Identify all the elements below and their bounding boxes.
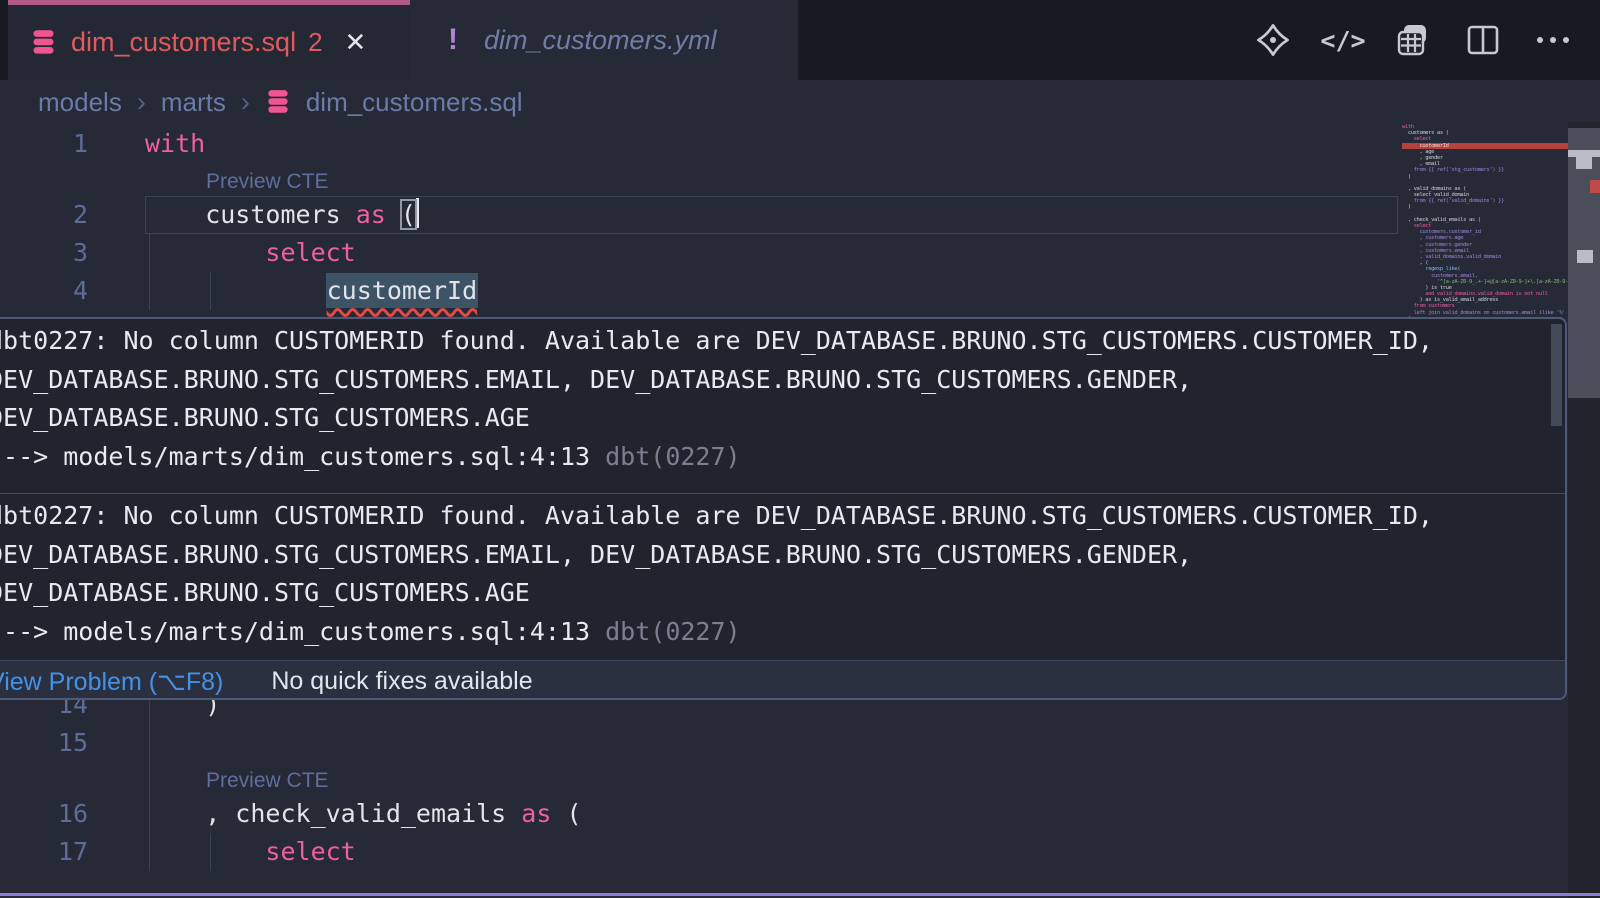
hover-status-bar: View Problem (⌥F8) No quick fixes availa… [0,660,1565,700]
overview-ruler-marker [1577,250,1593,263]
code-segment [145,276,326,305]
panel-top-border [0,893,1600,896]
breadcrumb: models › marts › dim_customers.sql [38,80,523,124]
split-editor-icon[interactable] [1464,21,1502,59]
tab-badge-count: 2 [308,27,322,58]
hover-scrollbar-thumb[interactable] [1551,324,1562,426]
code-segment: as [521,799,551,828]
error-token-customerid[interactable]: customerId [326,273,479,308]
diagnostic-source: dbt(0227) [590,442,741,471]
minimap-line: left join valid_domains on customers.ema… [1402,310,1568,316]
tab-label: dim_customers.yml [484,25,717,56]
more-actions-icon[interactable] [1534,21,1572,59]
compile-code-icon[interactable]: </> [1324,21,1362,59]
breadcrumb-item-marts[interactable]: marts [161,87,226,118]
tab-label: dim_customers.sql [71,27,296,58]
codelens-preview-cte[interactable]: Preview CTE [206,165,329,198]
chevron-right-icon: › [241,87,250,118]
code-segment: , check_valid_emails [145,799,521,828]
tab-dim-customers-yml[interactable]: ! dim_customers.yml [410,0,798,80]
dbt-icon[interactable] [1254,21,1292,59]
problem-indicator-icon: ! [448,23,458,57]
minimap[interactable]: with customers as ( select customerId , … [1402,124,1568,334]
tab-bar: dim_customers.sql 2 ✕ ! dim_customers.ym… [0,0,1600,80]
line-number: 17 [0,833,88,871]
line-number: 15 [0,724,88,762]
chevron-right-icon: › [137,87,146,118]
code-segment [386,200,401,229]
no-quick-fixes-label: No quick fixes available [271,667,532,696]
diagnostic-message-line: dbt0227: No column CUSTOMERID found. Ava… [0,497,1565,536]
code-segment: select [265,837,355,866]
diagnostic-message-line: DEV_DATABASE.BRUNO.STG_CUSTOMERS.EMAIL, … [0,361,1565,400]
diagnostic-hover-tooltip: dbt0227: No column CUSTOMERID found. Ava… [0,317,1567,700]
text-cursor [416,198,419,228]
minimap-line: '^[a-zA-Z0-9_.+-]+@[a-zA-Z0-9-]+\.[a-zA-… [1402,279,1568,285]
diagnostic-message-line: dbt0227: No column CUSTOMERID found. Ava… [0,322,1565,361]
line-number: 1 [0,125,88,163]
codelens-preview-cte[interactable]: Preview CTE [206,764,329,797]
diagnostic-location-link[interactable]: --> models/marts/dim_customers.sql:4:13 [0,617,590,646]
editor-actions: </> [1254,0,1572,80]
view-problem-link[interactable]: View Problem (⌥F8) [0,667,223,697]
code-line-3: 3 select [0,234,1400,272]
line-number: 3 [0,234,88,272]
line-number: 4 [0,272,88,310]
overview-ruler-marker [1576,157,1592,169]
line-number: 2 [0,196,88,234]
diagnostic-message-line: DEV_DATABASE.BRUNO.STG_CUSTOMERS.EMAIL, … [0,536,1565,575]
overview-ruler-error-marker [1590,180,1600,193]
diagnostic-message-line: DEV_DATABASE.BRUNO.STG_CUSTOMERS.AGE [0,399,1565,438]
code-line-1: 1 with [0,125,1400,163]
database-icon [30,28,57,57]
diagnostic-source: dbt(0227) [590,617,741,646]
code-segment: select [265,238,355,267]
query-results-icon[interactable] [1394,21,1432,59]
code-line-2: 2 customers as ( [0,196,1400,234]
code-line-15: 15 [0,724,1400,762]
overview-ruler-marker [1568,150,1600,157]
code-line-4: 4 customerId [0,272,1400,310]
diagnostic-message-line: DEV_DATABASE.BRUNO.STG_CUSTOMERS.AGE [0,574,1565,613]
codelens-row: Preview CTE [0,163,1400,196]
breadcrumb-item-file[interactable]: dim_customers.sql [306,87,523,118]
code-segment [145,238,265,267]
database-icon [265,88,291,116]
diagnostic-message-block: dbt0227: No column CUSTOMERID found. Ava… [0,494,1565,651]
code-segment: ( [551,799,581,828]
diagnostic-message-block: dbt0227: No column CUSTOMERID found. Ava… [0,319,1565,476]
code-segment [145,837,265,866]
code-segment: customers [145,200,356,229]
editor-code-bottom: 14 )15Preview CTE16 , check_valid_emails… [0,686,1400,871]
code-segment: with [145,129,205,158]
line-number: 16 [0,795,88,833]
code-line-17: 17 select [0,833,1400,871]
close-icon[interactable]: ✕ [345,27,367,58]
code-line-16: 16 , check_valid_emails as ( [0,795,1400,833]
diagnostic-location-link[interactable]: --> models/marts/dim_customers.sql:4:13 [0,442,590,471]
editor-code-top: 1withPreview CTE2 customers as (3 select… [0,125,1400,310]
codelens-row: Preview CTE [0,762,1400,795]
code-segment: ( [401,200,416,229]
code-segment: as [356,200,386,229]
tab-dim-customers-sql[interactable]: dim_customers.sql 2 ✕ [8,0,410,80]
breadcrumb-item-models[interactable]: models [38,87,122,118]
